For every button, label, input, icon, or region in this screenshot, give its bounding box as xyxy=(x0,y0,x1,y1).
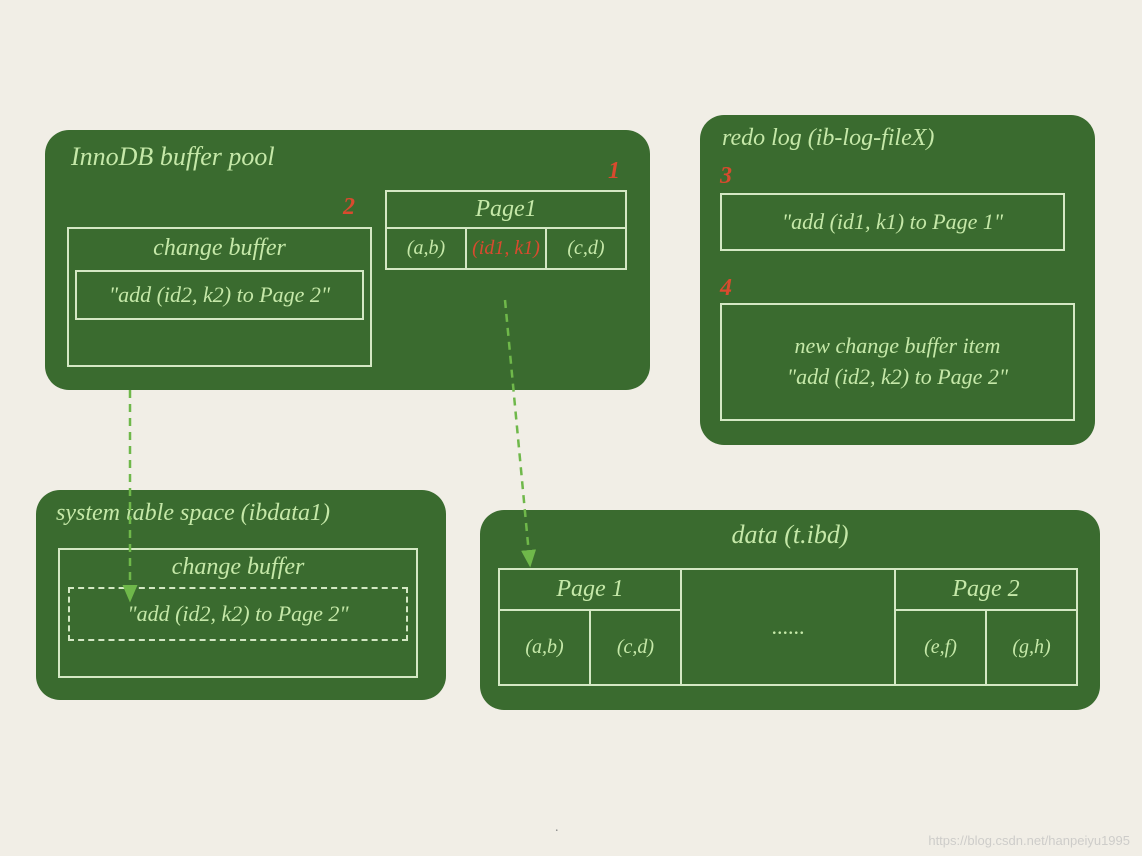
step-number-2: 2 xyxy=(343,194,355,221)
watermark-text: https://blog.csdn.net/hanpeiyu1995 xyxy=(928,833,1130,848)
page1-row: (a,b) (id1, k1) (c,d) xyxy=(387,229,625,268)
sts-change-buffer-box: change buffer "add (id2, k2) to Page 2" xyxy=(58,548,418,678)
change-buffer-entry: "add (id2, k2) to Page 2" xyxy=(75,270,364,320)
buffer-pool-title: InnoDB buffer pool xyxy=(71,142,275,172)
data-gap: ...... xyxy=(680,570,896,684)
redo-log-box: redo log (ib-log-fileX) 3 4 "add (id1, k… xyxy=(700,115,1095,445)
sts-change-buffer-entry: "add (id2, k2) to Page 2" xyxy=(68,587,408,641)
sts-change-buffer-label: change buffer xyxy=(60,550,416,585)
step-number-3: 3 xyxy=(720,163,732,190)
step-number-4: 4 xyxy=(720,275,732,302)
data-table: Page 1 (a,b) (c,d) ...... Page 2 (e,f) (… xyxy=(498,568,1078,686)
data-page2-cell-ef: (e,f) xyxy=(896,611,987,684)
change-buffer-label: change buffer xyxy=(69,229,370,268)
page1-header: Page1 xyxy=(387,192,625,229)
redo-entry2-line2: "add (id2, k2) to Page 2" xyxy=(787,362,1008,393)
redo-log-entry-2: new change buffer item "add (id2, k2) to… xyxy=(720,303,1075,421)
data-page1: Page 1 (a,b) (c,d) xyxy=(500,570,680,684)
data-page2-header: Page 2 xyxy=(896,570,1076,611)
system-tablespace-box: system table space (ibdata1) change buff… xyxy=(36,490,446,700)
step-number-1: 1 xyxy=(608,158,620,185)
innodb-buffer-pool-box: InnoDB buffer pool 1 2 change buffer "ad… xyxy=(45,130,650,390)
redo-log-entry-1: "add (id1, k1) to Page 1" xyxy=(720,193,1065,251)
page1-cell-id1k1: (id1, k1) xyxy=(467,229,547,268)
redo-log-title: redo log (ib-log-fileX) xyxy=(722,125,934,152)
data-title: data (t.ibd) xyxy=(480,520,1100,550)
change-buffer-box: change buffer "add (id2, k2) to Page 2" xyxy=(67,227,372,367)
data-page1-header: Page 1 xyxy=(500,570,680,611)
data-page1-row: (a,b) (c,d) xyxy=(500,611,680,684)
data-page2-row: (e,f) (g,h) xyxy=(896,611,1076,684)
page1-box: Page1 (a,b) (id1, k1) (c,d) xyxy=(385,190,627,270)
decorative-dot: . xyxy=(555,820,559,836)
data-file-box: data (t.ibd) Page 1 (a,b) (c,d) ...... P… xyxy=(480,510,1100,710)
data-page1-cell-cd: (c,d) xyxy=(591,611,680,684)
page1-cell-cd: (c,d) xyxy=(547,229,625,268)
data-page2: Page 2 (e,f) (g,h) xyxy=(896,570,1076,684)
page1-cell-ab: (a,b) xyxy=(387,229,467,268)
system-tablespace-title: system table space (ibdata1) xyxy=(56,500,330,527)
data-page2-cell-gh: (g,h) xyxy=(987,611,1076,684)
redo-entry2-line1: new change buffer item xyxy=(795,331,1001,362)
data-page1-cell-ab: (a,b) xyxy=(500,611,591,684)
